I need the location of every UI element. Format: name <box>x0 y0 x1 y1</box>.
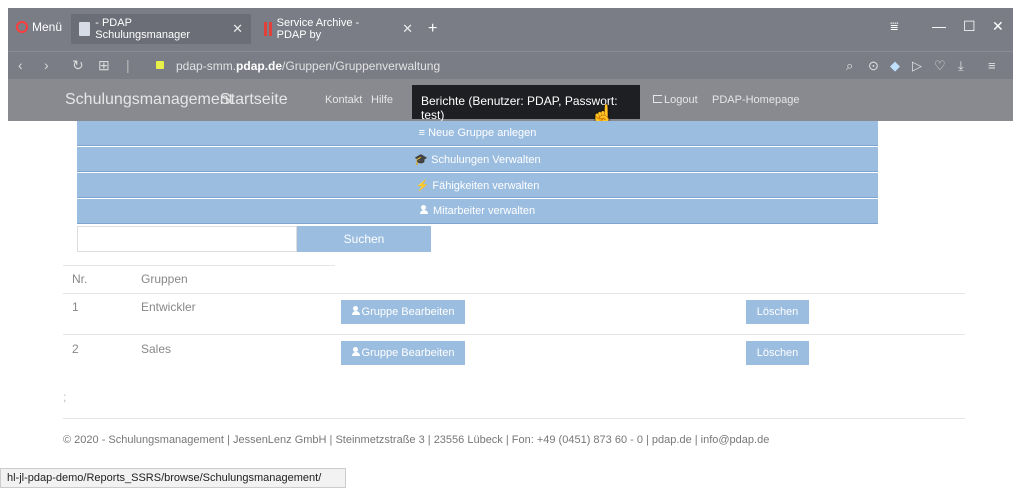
flash-icon: ⚡ <box>415 180 430 192</box>
edit-group-label: Gruppe Bearbeiten <box>361 347 455 359</box>
shield-icon[interactable]: ◆ <box>890 58 900 74</box>
table-top-border <box>63 265 335 266</box>
tab-label: - PDAP Schulungsmanager <box>95 17 191 41</box>
footer-divider <box>63 418 965 419</box>
address-bar: ‹ › ↻ ⊞ | pdap-smm.pdap.de/Gruppen/Grupp… <box>8 51 1013 79</box>
edit-group-button[interactable]: Gruppe Bearbeiten <box>341 341 465 365</box>
manage-employees-button[interactable]: Mitarbeiter verwalten <box>77 199 878 224</box>
row-1-nr: 1 <box>72 300 79 314</box>
nav-hilfe[interactable]: Hilfe <box>371 94 393 106</box>
minimize-icon[interactable]: — <box>932 18 946 34</box>
nav-pdap-homepage[interactable]: PDAP-Homepage <box>712 94 799 106</box>
browser-tab-bar: Menü - PDAP Schulungsmanager ✕ Service A… <box>8 8 1013 51</box>
nav-startseite[interactable]: Startseite <box>220 91 288 109</box>
user-icon <box>351 306 360 315</box>
close-window-icon[interactable]: ✕ <box>992 18 1004 35</box>
speed-dial-icon[interactable]: ⊞ <box>98 57 110 74</box>
status-bar-url: hl-jl-pdap-demo/Reports_SSRS/browse/Schu… <box>0 468 346 488</box>
manage-skills-label: Fähigkeiten verwalten <box>432 180 540 192</box>
user-icon <box>351 347 360 356</box>
search-icon[interactable]: ⌕ <box>846 58 853 74</box>
tab-menu-icon[interactable]: ⩸ <box>890 18 899 35</box>
site-navbar: Schulungsmanagement Startseite Kontakt H… <box>8 79 1013 122</box>
manage-trainings-button[interactable]: 🎓 Schulungen Verwalten <box>77 147 878 172</box>
column-header-gruppen: Gruppen <box>141 272 188 286</box>
download-icon[interactable]: ⤓ <box>958 58 964 74</box>
back-icon[interactable]: ‹ <box>18 57 23 73</box>
tab-service-archive[interactable]: Service Archive - PDAP by ✕ <box>256 14 421 44</box>
tab-schulungsmanagement[interactable]: - PDAP Schulungsmanager ✕ <box>71 14 251 44</box>
search-button[interactable]: Suchen <box>297 226 431 252</box>
tab-label: Service Archive - PDAP by <box>276 17 360 41</box>
page-favicon-icon <box>79 22 91 36</box>
logout-label: Logout <box>664 94 698 106</box>
row-2-name: Sales <box>141 342 172 356</box>
delete-group-button[interactable]: Löschen <box>746 300 809 324</box>
url-field[interactable]: pdap-smm.pdap.de/Gruppen/Gruppenverwaltu… <box>176 59 440 73</box>
new-group-button[interactable]: ≡ Neue Gruppe anlegen <box>77 121 878 146</box>
graduation-cap-icon: 🎓 <box>414 154 429 166</box>
url-path: /Gruppen/Gruppenverwaltung <box>282 59 441 73</box>
browser-menu-button[interactable]: Menü <box>16 20 62 34</box>
search-input[interactable] <box>77 226 297 252</box>
send-icon[interactable]: ▷ <box>912 58 922 74</box>
url-prefix: pdap-smm. <box>176 59 237 73</box>
header-divider <box>63 293 965 294</box>
tab-close-icon[interactable]: ✕ <box>402 21 413 37</box>
archive-favicon-icon <box>264 22 267 36</box>
trailing-text: ; <box>63 390 67 404</box>
delete-group-button[interactable]: Löschen <box>746 341 809 365</box>
address-separator: | <box>126 57 130 73</box>
reload-icon[interactable]: ↻ <box>72 57 84 74</box>
window-frame-left <box>0 0 8 468</box>
page-footer: © 2020 - Schulungsmanagement | JessenLen… <box>63 434 770 446</box>
new-tab-button[interactable]: + <box>428 20 437 38</box>
row-2-nr: 2 <box>72 342 79 356</box>
list-icon: ≡ <box>418 127 426 139</box>
edit-group-label: Gruppe Bearbeiten <box>361 306 455 318</box>
new-group-label: Neue Gruppe anlegen <box>428 127 537 139</box>
browser-menu-label: Menü <box>32 20 63 34</box>
row-1-name: Entwickler <box>141 300 196 314</box>
opera-logo-icon <box>16 21 28 33</box>
edit-group-button[interactable]: Gruppe Bearbeiten <box>341 300 465 324</box>
column-header-nr: Nr. <box>72 272 88 286</box>
easy-setup-icon[interactable]: ≡ <box>988 58 996 73</box>
row-divider <box>63 334 965 335</box>
manage-skills-button[interactable]: ⚡ Fähigkeiten verwalten <box>77 173 878 198</box>
tab-close-icon[interactable]: ✕ <box>232 21 243 37</box>
manage-trainings-label: Schulungen Verwalten <box>431 154 541 166</box>
user-icon <box>419 205 428 214</box>
maximize-icon[interactable]: ☐ <box>963 18 976 35</box>
forward-icon[interactable]: › <box>44 57 49 73</box>
url-domain: pdap.de <box>236 59 283 73</box>
lock-icon[interactable] <box>156 61 164 69</box>
camera-icon[interactable]: ⊙ <box>868 58 879 74</box>
heart-icon[interactable]: ♡ <box>934 58 946 74</box>
brand-link[interactable]: Schulungsmanagement <box>65 91 233 109</box>
nav-logout[interactable]: Logout <box>653 94 698 106</box>
nav-kontakt[interactable]: Kontakt <box>325 94 362 106</box>
manage-employees-label: Mitarbeiter verwalten <box>432 205 536 217</box>
logout-icon <box>653 95 662 103</box>
